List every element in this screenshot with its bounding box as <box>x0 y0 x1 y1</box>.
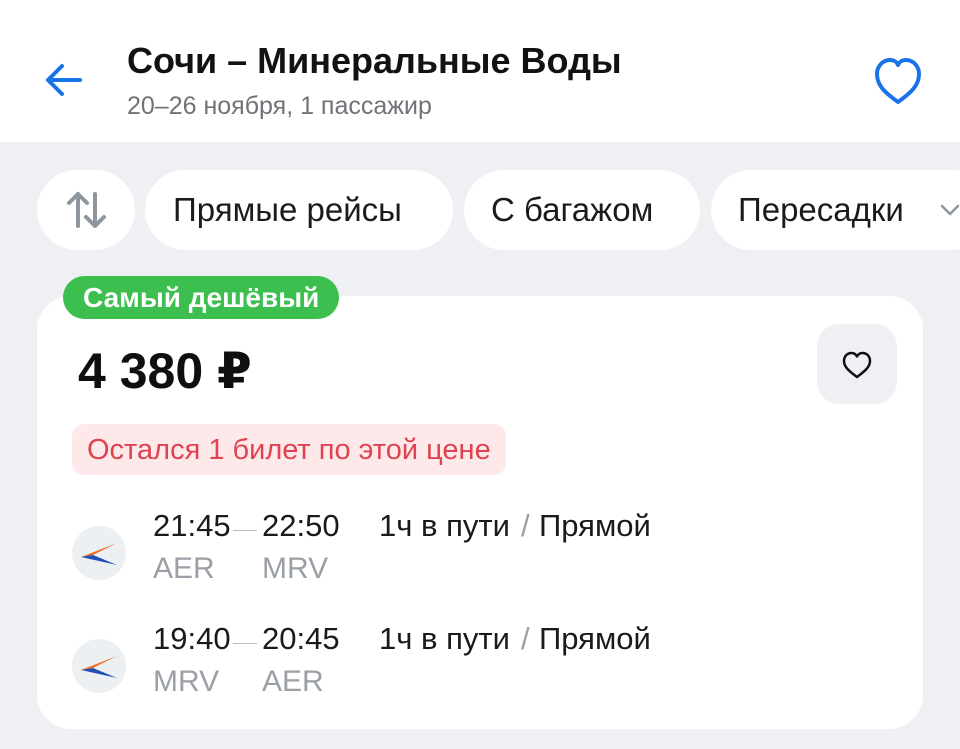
heart-outline-icon <box>875 58 921 104</box>
flight-segment-return: 19:40 20:45 MRV AER 1ч в пути / Прямой <box>0 621 960 721</box>
filter-direct-flights-label: Прямые рейсы <box>173 191 402 228</box>
sort-button[interactable] <box>37 170 135 250</box>
flight-duration: 1ч в пути <box>379 621 510 656</box>
filter-chips: Прямые рейсы С багажом Пересадки <box>0 170 960 250</box>
departure-airport-code: AER <box>153 552 215 585</box>
departure-airport-code: MRV <box>153 665 220 698</box>
filter-with-baggage[interactable]: С багажом <box>464 170 700 250</box>
top-bar: Сочи – Минеральные Воды 20–26 ноября, 1 … <box>0 0 960 142</box>
duration-separator: / <box>521 508 530 543</box>
chevron-down-icon <box>940 204 960 216</box>
arrow-left-icon <box>46 64 82 96</box>
flight-segment-outbound: 21:45 22:50 AER MRV 1ч в пути / Прямой <box>0 508 960 608</box>
cheapest-badge: Самый дешёвый <box>63 276 340 319</box>
time-separator <box>233 643 257 644</box>
back-button[interactable] <box>38 55 88 105</box>
filter-direct-flights[interactable]: Прямые рейсы <box>145 170 453 250</box>
ticket-favorite-button[interactable] <box>817 324 897 404</box>
arrival-time: 22:50 <box>262 508 340 543</box>
airline-logo-icon <box>72 526 126 580</box>
arrival-airport-code: MRV <box>262 552 329 585</box>
sort-arrows-icon <box>67 192 106 228</box>
tickets-left-warning: Остался 1 билет по этой цене <box>72 424 506 475</box>
departure-time: 19:40 <box>153 621 231 656</box>
filter-transfers[interactable]: Пересадки <box>711 170 960 250</box>
arrival-airport-code: AER <box>262 665 324 698</box>
filter-transfers-label: Пересадки <box>738 191 904 228</box>
search-details: 20–26 ноября, 1 пассажир <box>127 92 432 120</box>
flight-type: Прямой <box>539 621 651 656</box>
filter-with-baggage-label: С багажом <box>491 191 654 228</box>
ticket-price: 4 380 ₽ <box>78 343 252 399</box>
departure-time: 21:45 <box>153 508 231 543</box>
flight-duration: 1ч в пути <box>379 508 510 543</box>
time-separator <box>233 530 257 531</box>
airline-logo-icon <box>72 639 126 693</box>
heart-outline-icon <box>842 351 872 379</box>
favorite-search-button[interactable] <box>868 52 928 110</box>
flight-type: Прямой <box>539 508 651 543</box>
arrival-time: 20:45 <box>262 621 340 656</box>
duration-separator: / <box>521 621 530 656</box>
page-title: Сочи – Минеральные Воды <box>127 40 622 81</box>
